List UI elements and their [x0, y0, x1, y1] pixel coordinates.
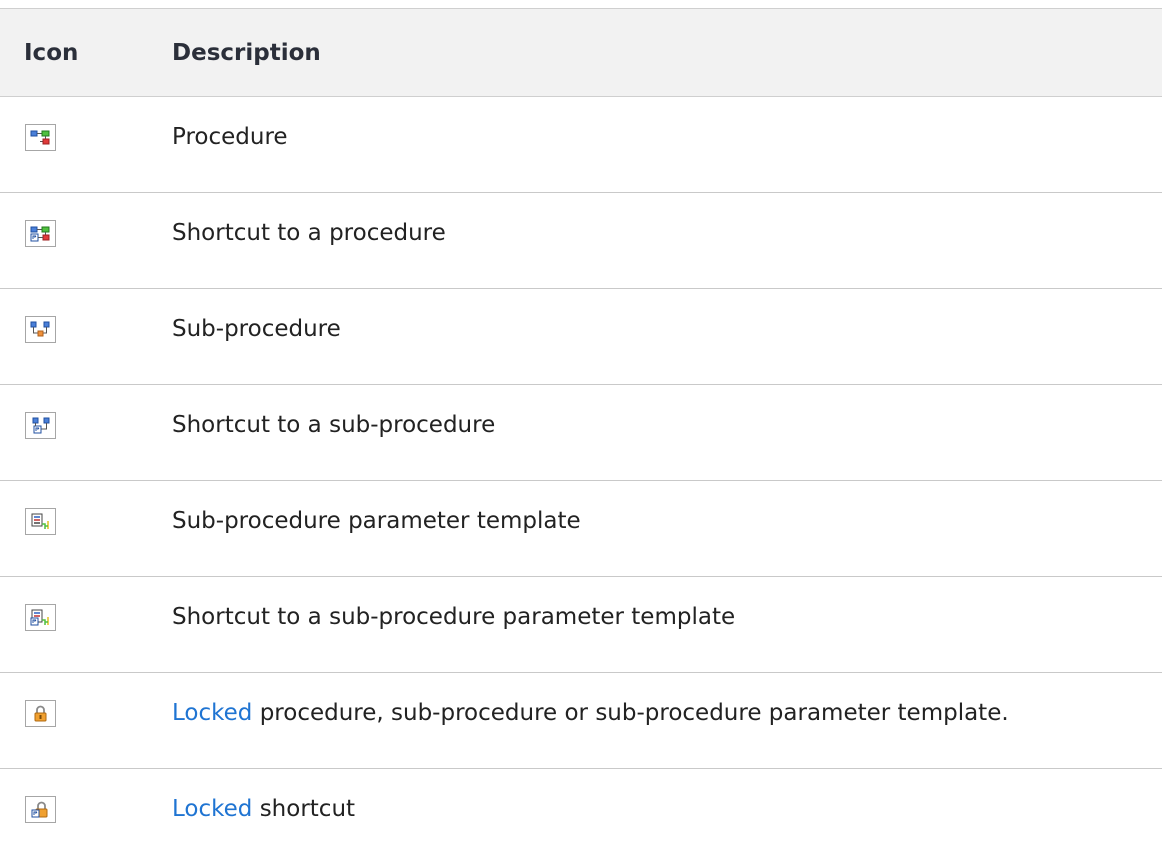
locked-link[interactable]: Locked	[172, 700, 252, 726]
row-description: Shortcut to a procedure	[172, 220, 446, 246]
table-row: Locked shortcut	[0, 769, 1162, 865]
table-row: Shortcut to a sub-procedure	[0, 385, 1162, 481]
row-description: Shortcut to a sub-procedure parameter te…	[172, 604, 736, 630]
row-description: Sub-procedure	[172, 316, 341, 342]
table-row: Sub-procedure parameter template	[0, 481, 1162, 577]
row-description-text: procedure, sub-procedure or sub-procedur…	[252, 700, 1009, 726]
lock-icon	[25, 700, 56, 727]
sub-procedure-icon	[25, 316, 56, 343]
table-row: Shortcut to a sub-procedure parameter te…	[0, 577, 1162, 673]
row-description: Locked procedure, sub-procedure or sub-p…	[172, 697, 1009, 729]
table-header-row: Icon Description	[0, 8, 1162, 97]
icon-table: Icon Description Procedure Shortcut to a…	[0, 8, 1162, 865]
table-row: Sub-procedure	[0, 289, 1162, 385]
table-row: Locked procedure, sub-procedure or sub-p…	[0, 673, 1162, 769]
table-row: Shortcut to a procedure	[0, 193, 1162, 289]
sub-procedure-shortcut-icon	[25, 412, 56, 439]
parameter-template-icon	[25, 508, 56, 535]
icon-column-header: Icon	[24, 40, 79, 66]
locked-link[interactable]: Locked	[172, 796, 252, 822]
row-description: Procedure	[172, 124, 288, 150]
row-description: Sub-procedure parameter template	[172, 508, 581, 534]
row-description: Locked shortcut	[172, 793, 355, 825]
row-description-text: shortcut	[252, 796, 356, 822]
parameter-template-shortcut-icon	[25, 604, 56, 631]
table-row: Procedure	[0, 97, 1162, 193]
locked-shortcut-icon	[25, 796, 56, 823]
description-column-header: Description	[172, 40, 321, 66]
row-description: Shortcut to a sub-procedure	[172, 412, 496, 438]
procedure-shortcut-icon	[25, 220, 56, 247]
procedure-icon	[25, 124, 56, 151]
